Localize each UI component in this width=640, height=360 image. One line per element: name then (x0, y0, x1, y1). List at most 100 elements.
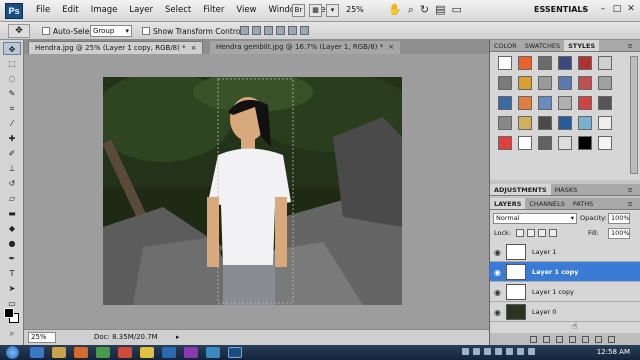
adjustment-layer-icon[interactable] (569, 335, 576, 343)
start-button-icon[interactable] (6, 346, 19, 359)
layer-row[interactable]: ◉ Layer 0 (490, 302, 640, 322)
style-swatch[interactable] (578, 136, 592, 150)
link-layers-icon[interactable] (530, 335, 537, 343)
hand-tool-icon[interactable]: ✋ (388, 3, 402, 17)
style-swatch[interactable] (558, 116, 572, 130)
style-swatch[interactable] (518, 96, 532, 110)
app-taskbar-icon[interactable] (96, 347, 110, 358)
zoom-tool-icon-2[interactable]: ⌕ (3, 327, 21, 340)
adjustments-panel-menu-icon[interactable]: ≡ (624, 184, 637, 196)
style-swatch[interactable] (538, 96, 552, 110)
tab-masks[interactable]: MASKS (551, 184, 582, 195)
align-right-icon[interactable] (300, 26, 309, 35)
screen-mode-icon[interactable]: ▭ (452, 3, 462, 17)
move-tool-icon[interactable]: ✥ (3, 42, 21, 55)
lock-pixels-icon[interactable] (527, 229, 535, 237)
lock-position-icon[interactable] (538, 229, 546, 237)
menu-select[interactable]: Select (159, 5, 197, 15)
clock[interactable]: 12:58 AM (597, 348, 630, 356)
ie-taskbar-icon[interactable] (30, 347, 44, 358)
style-swatch[interactable] (498, 56, 512, 70)
tab-close-icon[interactable]: × (388, 43, 394, 51)
view-extras-icon[interactable]: ▾ (326, 4, 339, 17)
arrange-documents-icon[interactable]: ▤ (435, 3, 445, 17)
bridge-icon[interactable]: Br (292, 4, 305, 17)
lasso-tool-icon[interactable]: ◌ (3, 72, 21, 85)
menu-edit[interactable]: Edit (56, 5, 84, 15)
tray-icon[interactable] (484, 348, 491, 355)
align-top-icon[interactable] (240, 26, 249, 35)
gradient-tool-icon[interactable]: ▬ (3, 207, 21, 220)
style-swatch[interactable] (558, 136, 572, 150)
tab-styles[interactable]: STYLES (564, 40, 600, 51)
app2-taskbar-icon[interactable] (162, 347, 176, 358)
zoom-tool-icon[interactable]: ⌕ (408, 3, 414, 17)
style-swatch[interactable] (538, 56, 552, 70)
layer-style-icon[interactable] (543, 335, 550, 343)
opera-taskbar-icon[interactable] (118, 347, 132, 358)
eyedropper-tool-icon[interactable]: ⁄ (3, 117, 21, 130)
zoom-level[interactable]: 25% (346, 5, 364, 14)
align-vcenter-icon[interactable] (252, 26, 261, 35)
fill-input[interactable]: 100% (608, 228, 630, 239)
opacity-input[interactable]: 100% (608, 213, 630, 224)
blend-mode-dropdown[interactable]: Normal (493, 213, 577, 224)
app3-taskbar-icon[interactable] (184, 347, 198, 358)
menu-layer[interactable]: Layer (123, 5, 159, 15)
new-group-icon[interactable] (582, 335, 589, 343)
new-layer-icon[interactable] (595, 335, 602, 343)
style-swatch[interactable] (498, 96, 512, 110)
style-swatch[interactable] (538, 116, 552, 130)
align-hcenter-icon[interactable] (288, 26, 297, 35)
style-swatch[interactable] (578, 76, 592, 90)
style-swatch[interactable] (498, 136, 512, 150)
tab-paths[interactable]: PATHS (569, 198, 597, 209)
style-swatch[interactable] (598, 116, 612, 130)
workspace-switcher[interactable]: ESSENTIALS (534, 5, 588, 14)
tab-close-icon[interactable]: × (191, 44, 197, 52)
photoshop-taskbar-icon[interactable] (228, 347, 242, 358)
minimize-button[interactable]: – (598, 4, 608, 14)
marquee-tool-icon[interactable]: ⬚ (3, 57, 21, 70)
crop-tool-icon[interactable]: ⌗ (3, 102, 21, 115)
chrome-taskbar-icon[interactable] (140, 347, 154, 358)
dodge-tool-icon[interactable]: ● (3, 237, 21, 250)
quick-select-tool-icon[interactable]: ✎ (3, 87, 21, 100)
clone-stamp-tool-icon[interactable]: ⊥ (3, 162, 21, 175)
eye-icon[interactable]: ◉ (494, 248, 501, 257)
style-swatch[interactable] (558, 76, 572, 90)
style-swatch[interactable] (518, 116, 532, 130)
style-swatch[interactable] (558, 56, 572, 70)
layers-panel-menu-icon[interactable]: ≡ (624, 198, 637, 210)
align-bottom-icon[interactable] (264, 26, 273, 35)
document-photo[interactable] (103, 77, 402, 305)
style-swatch[interactable] (518, 76, 532, 90)
tab-layers[interactable]: LAYERS (490, 198, 526, 209)
style-swatch[interactable] (498, 76, 512, 90)
tab-color[interactable]: COLOR (490, 40, 521, 51)
lock-transparency-icon[interactable] (516, 229, 524, 237)
styles-panel-menu-icon[interactable]: ≡ (624, 40, 637, 52)
menu-view[interactable]: View (230, 5, 262, 15)
rotate-view-icon[interactable]: ↻ (420, 3, 429, 17)
media-taskbar-icon[interactable] (74, 347, 88, 358)
tab-channels[interactable]: CHANNELS (525, 198, 568, 209)
styles-scrollbar[interactable] (630, 56, 638, 174)
auto-select-checkbox[interactable] (42, 27, 50, 35)
menu-image[interactable]: Image (85, 5, 124, 15)
explorer-taskbar-icon[interactable] (52, 347, 66, 358)
tab-hendra[interactable]: Hendra.jpg @ 25% (Layer 1 copy, RGB/8) *… (28, 41, 204, 54)
tray-icon[interactable] (506, 348, 513, 355)
layer-row[interactable]: ◉ Layer 1 (490, 242, 640, 262)
type-tool-icon[interactable]: T (3, 267, 21, 280)
tray-icon[interactable] (462, 348, 469, 355)
style-swatch[interactable] (578, 56, 592, 70)
style-swatch[interactable] (498, 116, 512, 130)
blur-tool-icon[interactable]: ◆ (3, 222, 21, 235)
auto-select-dropdown[interactable]: Group (90, 25, 132, 37)
maximize-button[interactable]: □ (612, 4, 622, 14)
healing-brush-tool-icon[interactable]: ✚ (3, 132, 21, 145)
lock-all-icon[interactable] (549, 229, 557, 237)
style-swatch[interactable] (598, 56, 612, 70)
menu-filter[interactable]: Filter (197, 5, 230, 15)
